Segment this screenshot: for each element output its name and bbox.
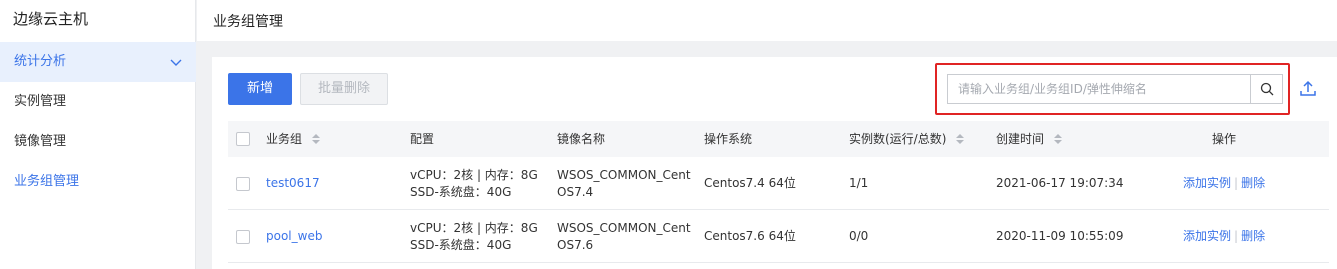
delete-link[interactable]: 删除	[1241, 176, 1265, 190]
sort-icon	[956, 134, 965, 144]
row-actions: 添加实例 | 删除	[1183, 175, 1265, 192]
export-icon[interactable]	[1299, 80, 1317, 98]
row-actions: 添加实例 | 删除	[1183, 228, 1265, 245]
delete-link[interactable]: 删除	[1241, 229, 1265, 243]
instances-value: 0/0	[849, 229, 869, 243]
column-header-os: 操作系统	[704, 132, 753, 146]
sidebar-item-images[interactable]: 镜像管理	[0, 122, 196, 162]
chevron-down-icon	[170, 59, 182, 66]
add-instance-link[interactable]: 添加实例	[1183, 229, 1231, 243]
column-header-instances[interactable]: 实例数(运行/总数)	[849, 121, 965, 157]
column-header-image: 镜像名称	[557, 132, 606, 146]
main-card: 新增 批量删除 业务组 配置 镜像名称 操作系统 实例数(运行/总数)	[212, 57, 1337, 269]
config-line2: SSD-系统盘：40G	[410, 185, 512, 199]
table-row: pool_web vCPU：2核 | 内存：8G SSD-系统盘：40G WSO…	[228, 210, 1329, 263]
page-title: 业务组管理	[213, 14, 283, 30]
search-box	[947, 74, 1283, 104]
sidebar-item-business-groups[interactable]: 业务组管理	[0, 162, 196, 202]
sort-icon	[1053, 134, 1062, 144]
instances-value: 1/1	[849, 176, 869, 190]
column-header-config: 配置	[410, 132, 435, 146]
search-icon	[1260, 82, 1273, 96]
row-checkbox[interactable]	[236, 230, 250, 244]
sidebar-item-instances[interactable]: 实例管理	[0, 82, 196, 122]
batch-delete-button[interactable]: 批量删除	[300, 73, 388, 105]
os-value: Centos7.6 64位	[704, 229, 796, 243]
action-divider: |	[1234, 176, 1239, 190]
config-line2: SSD-系统盘：40G	[410, 238, 512, 252]
action-divider: |	[1234, 229, 1239, 243]
app-title: 边缘云主机	[13, 10, 89, 28]
image-name-line1: WSOS_COMMON_Cent	[557, 168, 691, 182]
created-time: 2020-11-09 10:55:09	[996, 229, 1124, 243]
column-header-group[interactable]: 业务组	[266, 121, 320, 157]
image-name-line1: WSOS_COMMON_Cent	[557, 221, 691, 235]
group-name-link[interactable]: pool_web	[266, 228, 322, 245]
search-input[interactable]	[948, 75, 1252, 103]
sidebar-item-label: 镜像管理	[14, 134, 67, 149]
table-row: test0617 vCPU：2核 | 内存：8G SSD-系统盘：40G WSO…	[228, 157, 1329, 210]
row-checkbox[interactable]	[236, 177, 250, 191]
add-instance-link[interactable]: 添加实例	[1183, 176, 1231, 190]
config-line1: vCPU：2核 | 内存：8G	[410, 221, 538, 235]
image-name-line2: OS7.6	[557, 238, 594, 252]
table-header: 业务组 配置 镜像名称 操作系统 实例数(运行/总数) 创建时间 操作	[228, 121, 1329, 157]
select-all-checkbox[interactable]	[236, 132, 250, 146]
sidebar-item-label: 业务组管理	[14, 174, 80, 189]
os-value: Centos7.4 64位	[704, 176, 796, 190]
column-header-actions: 操作	[1212, 132, 1237, 146]
sidebar-item-statistics[interactable]: 统计分析	[0, 42, 196, 82]
sidebar-item-label: 统计分析	[14, 54, 67, 69]
sidebar: 边缘云主机 统计分析 实例管理 镜像管理 业务组管理	[0, 0, 196, 269]
search-button[interactable]	[1250, 75, 1282, 103]
config-line1: vCPU：2核 | 内存：8G	[410, 168, 538, 182]
image-name-line2: OS7.4	[557, 185, 594, 199]
sort-icon	[311, 134, 320, 144]
add-button[interactable]: 新增	[228, 73, 292, 105]
column-header-created[interactable]: 创建时间	[996, 121, 1062, 157]
group-name-link[interactable]: test0617	[266, 175, 320, 192]
sidebar-item-label: 实例管理	[14, 94, 67, 109]
created-time: 2021-06-17 19:07:34	[996, 176, 1124, 190]
top-bar: 业务组管理	[197, 0, 1337, 41]
